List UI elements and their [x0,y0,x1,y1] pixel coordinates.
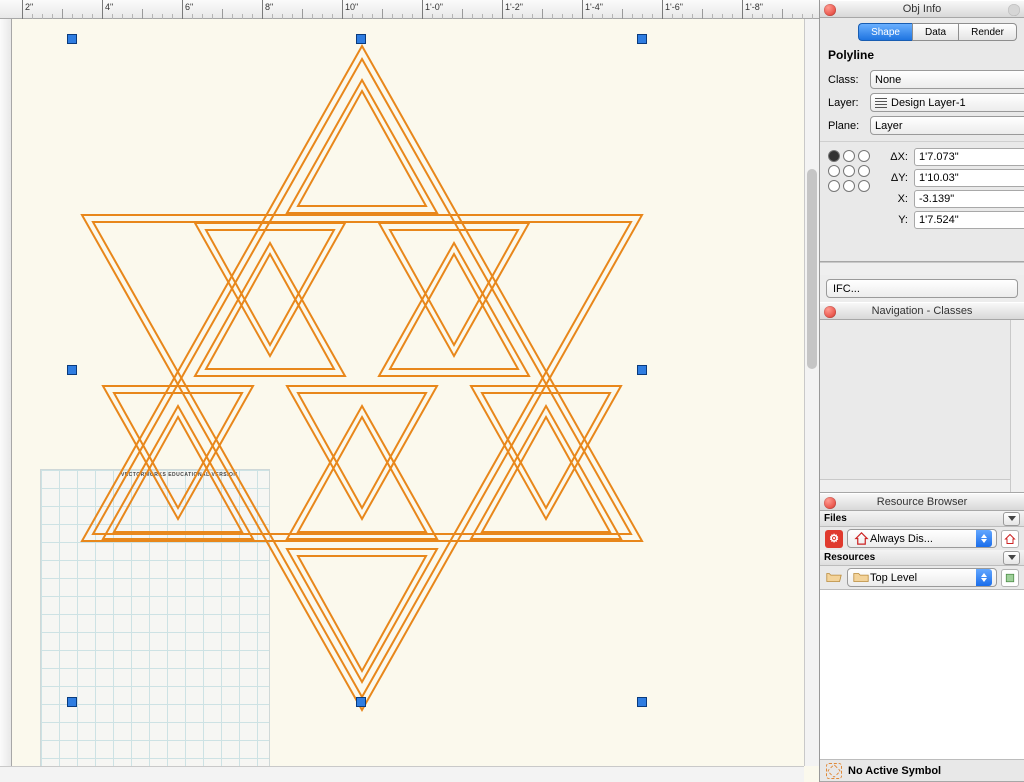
object-type-label: Polyline [820,46,1024,68]
resource-new-button[interactable] [1001,569,1019,587]
resources-select[interactable]: Top Level [847,568,997,587]
zoom-icon[interactable] [1008,4,1020,16]
polyline-object-star[interactable] [57,33,667,723]
objinfo-body: Shape Data Render Polyline Class: None L… [820,18,1024,262]
dy-label: ΔY: [882,172,908,184]
navigation-scrollbar-h[interactable] [820,479,1010,492]
folder-open-icon [825,569,843,587]
navigation-scrollbar-v[interactable] [1010,320,1024,492]
selection-handle[interactable] [67,697,77,707]
selection-handle[interactable] [67,34,77,44]
ifc-row: IFC... [820,275,1024,302]
tab-render[interactable]: Render [959,23,1017,41]
objinfo-title: Obj Info [903,3,942,15]
dy-input[interactable] [914,169,1024,187]
files-dropdown-button[interactable] [1003,512,1020,526]
canvas-scrollbar-horizontal[interactable] [0,766,804,782]
class-select[interactable]: None [870,70,1024,89]
close-icon[interactable] [824,4,836,16]
plane-select[interactable]: Layer [870,116,1024,135]
tab-shape[interactable]: Shape [858,23,912,41]
layer-label: Layer: [828,97,870,109]
anchor-point-grid[interactable] [828,148,872,229]
home-button[interactable] [1001,530,1019,548]
close-icon[interactable] [824,497,836,509]
selection-handle[interactable] [637,34,647,44]
home-icon [852,530,870,548]
objinfo-tabs: Shape Data Render [820,18,1024,46]
layer-select[interactable]: Design Layer-1 [870,93,1024,112]
navigation-title-bar[interactable]: Navigation - Classes [820,302,1024,320]
selection-handle[interactable] [637,697,647,707]
class-label: Class: [828,74,870,86]
canvas-scrollbar-vertical[interactable] [804,19,819,766]
objinfo-scrollbar-h[interactable] [820,262,1024,275]
files-select[interactable]: Always Dis... [847,529,997,548]
dx-label: ΔX: [882,151,908,163]
selection-handle[interactable] [356,34,366,44]
chevron-updown-icon [976,569,992,586]
files-header: Files [820,511,1024,527]
resource-browser-title: Resource Browser [877,496,967,508]
tab-data[interactable]: Data [912,23,959,41]
y-input[interactable] [914,211,1024,229]
resource-browser-body: Files ⚙ Always Dis... Resources [820,511,1024,782]
symbol-icon [826,763,842,779]
close-icon[interactable] [824,306,836,318]
active-symbol-label: No Active Symbol [848,765,941,777]
navigation-title: Navigation - Classes [872,305,973,317]
resources-dropdown-button[interactable] [1003,551,1020,565]
dx-input[interactable] [914,148,1024,166]
resource-list[interactable] [820,589,1024,759]
ifc-button[interactable]: IFC... [826,279,1018,298]
y-label: Y: [882,214,908,226]
palettes-sidebar: Obj Info Shape Data Render Polyline Clas… [819,0,1024,782]
resource-browser-title-bar[interactable]: Resource Browser [820,493,1024,511]
navigation-body [820,320,1024,493]
layer-icon [875,98,887,108]
selection-handle[interactable] [356,697,366,707]
navigation-content[interactable] [820,320,1010,479]
folder-icon [852,569,870,587]
resources-header: Resources [820,550,1024,566]
plane-label: Plane: [828,120,870,132]
x-input[interactable] [914,190,1024,208]
horizontal-ruler: 2"4"6"8"10"1'-0"1'-2"1'-4"1'-6"1'-8" [0,0,819,19]
selection-handle[interactable] [67,365,77,375]
selection-handle[interactable] [637,365,647,375]
resource-footer: No Active Symbol [820,759,1024,781]
chevron-updown-icon [976,530,992,547]
x-label: X: [882,193,908,205]
vertical-ruler [0,19,12,782]
app-file-icon: ⚙ [825,530,843,548]
objinfo-title-bar[interactable]: Obj Info [820,0,1024,18]
drawing-canvas-pane: 2"4"6"8"10"1'-0"1'-2"1'-4"1'-6"1'-8" VEC… [0,0,819,782]
drawing-canvas[interactable]: VECTORWORKS EDUCATIONAL VERSION [12,19,819,782]
